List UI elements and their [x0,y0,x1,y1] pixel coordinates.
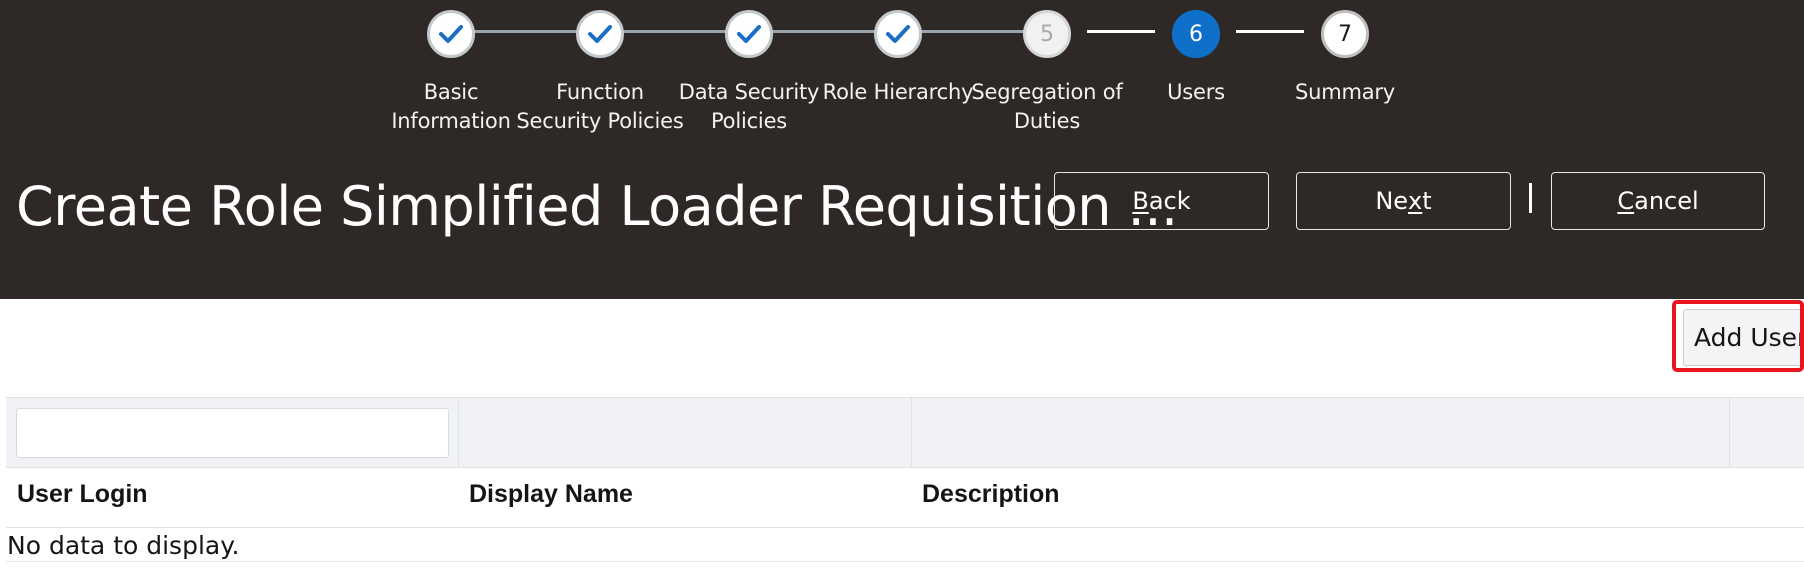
step-label: Function Security Policies [516,80,684,133]
toolbar-separator [1529,183,1532,213]
train-connector [1087,30,1155,33]
step-label: Segregation of Duties [971,80,1123,133]
step-label: Basic Information [391,80,511,133]
column-header-user-login[interactable]: User Login [17,480,148,509]
button-label: t [1422,187,1432,215]
access-key: x [1408,187,1423,215]
checkmark-icon [439,25,463,43]
table-header-divider [6,527,1804,528]
step-segregation-of-duties[interactable]: 5 [1023,10,1071,58]
column-header-description[interactable]: Description [922,480,1060,509]
page-title: Create Role Simplified Loader Requisitio… [16,175,1178,238]
step-summary[interactable]: 7 [1321,10,1369,58]
next-button[interactable]: Ne x t [1296,172,1511,230]
filter-cell-description [912,398,1730,468]
step-label: Users [1167,80,1225,104]
step-data-security-policies[interactable] [725,10,773,58]
step-role-hierarchy[interactable] [874,10,922,58]
empty-table-message: No data to display. [7,531,240,560]
cancel-button[interactable]: Cancel [1551,172,1765,230]
train-connector [772,30,878,33]
step-function-security-policies[interactable] [576,10,624,58]
checkmark-icon [588,25,612,43]
back-button[interactable]: Back [1054,172,1269,230]
access-key: C [1617,187,1635,215]
table-bottom-divider [6,561,1804,562]
add-user-button[interactable]: Add User [1683,309,1804,366]
user-login-filter-input[interactable] [16,408,449,458]
checkmark-icon [886,25,910,43]
button-label: Ne [1375,187,1409,215]
train-connector [1236,30,1304,33]
access-key: B [1132,187,1149,215]
filter-cell-display-name [459,398,912,468]
step-basic-information[interactable] [427,10,475,58]
train-connector [474,30,580,33]
step-label: Data Security Policies [678,80,820,133]
filter-row [6,397,1804,468]
train-connector [623,30,729,33]
wizard-header: Basic Information Function Security Poli… [0,0,1804,299]
checkmark-icon [737,25,761,43]
column-header-display-name[interactable]: Display Name [469,480,633,509]
filter-cell-user-login [6,398,459,468]
step-label: Summary [1294,80,1396,104]
button-label: ack [1148,187,1191,215]
step-users[interactable]: 6 [1172,10,1220,58]
step-train: Basic Information Function Security Poli… [0,0,1804,140]
step-label: Role Hierarchy [822,80,974,104]
button-label: ancel [1634,187,1699,215]
train-connector [921,30,1027,33]
